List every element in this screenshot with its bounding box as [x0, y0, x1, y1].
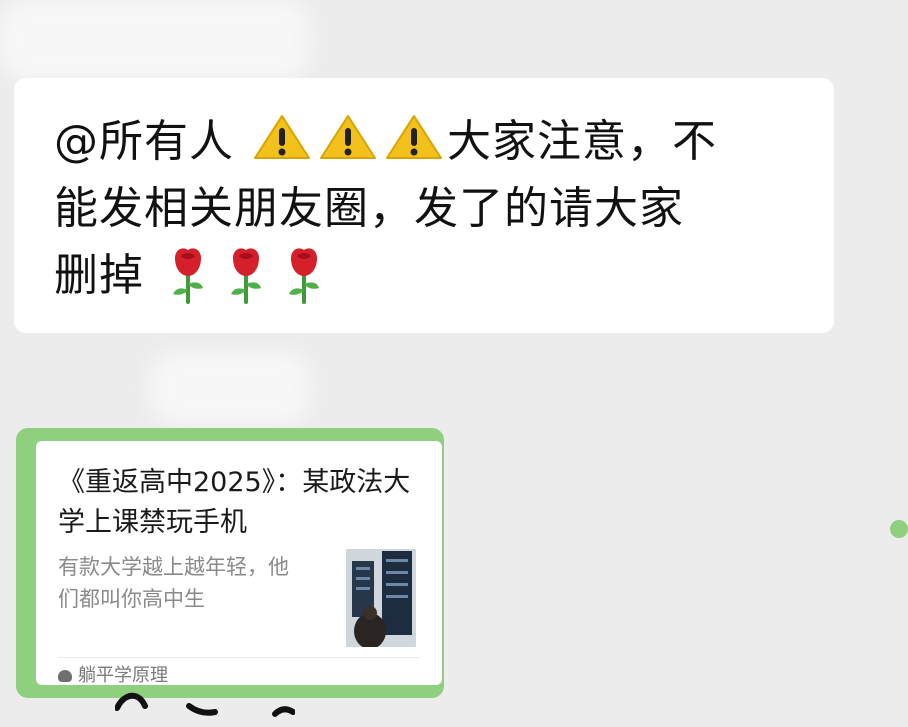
blurred-area-top [0, 0, 310, 80]
background-leaf-mark [890, 520, 908, 538]
rose-icon [167, 246, 209, 304]
source-account-icon [58, 670, 72, 682]
rose-icon [283, 246, 325, 304]
message-bubble[interactable]: @所有人 大家注意，不 能发相关朋友圈，发了的请大家 删掉 [14, 78, 834, 333]
source-name: 躺平学原理 [78, 665, 168, 686]
background-strokes [115, 692, 295, 717]
article-title: 《重返高中2025》：某政法大学上课禁玩手机 [58, 467, 411, 538]
warning-icon [385, 114, 443, 160]
message-line-2: 能发相关朋友圈，发了的请大家 [54, 183, 684, 234]
message-line-3: 删掉 [54, 242, 800, 309]
warning-icon [253, 114, 311, 160]
shared-article-card[interactable]: 《重返高中2025》：某政法大学上课禁玩手机 有款大学越上越年轻，他们都叫你高中… [36, 441, 442, 686]
warning-icon [319, 114, 377, 160]
message-text-3: 删掉 [54, 250, 144, 301]
card-divider [58, 657, 420, 658]
rose-icon [225, 246, 267, 304]
article-thumbnail [346, 549, 416, 647]
article-source[interactable]: 躺平学原理 [58, 663, 168, 689]
article-description: 有款大学越上越年轻，他们都叫你高中生 [58, 555, 289, 611]
message-text-1: 大家注意，不 [447, 116, 717, 167]
blurred-area-middle [150, 352, 310, 424]
shared-card-bubble[interactable]: 《重返高中2025》：某政法大学上课禁玩手机 有款大学越上越年轻，他们都叫你高中… [16, 428, 444, 698]
mention-all[interactable]: @所有人 [54, 116, 234, 167]
message-line-1: @所有人 大家注意，不 [54, 108, 800, 175]
